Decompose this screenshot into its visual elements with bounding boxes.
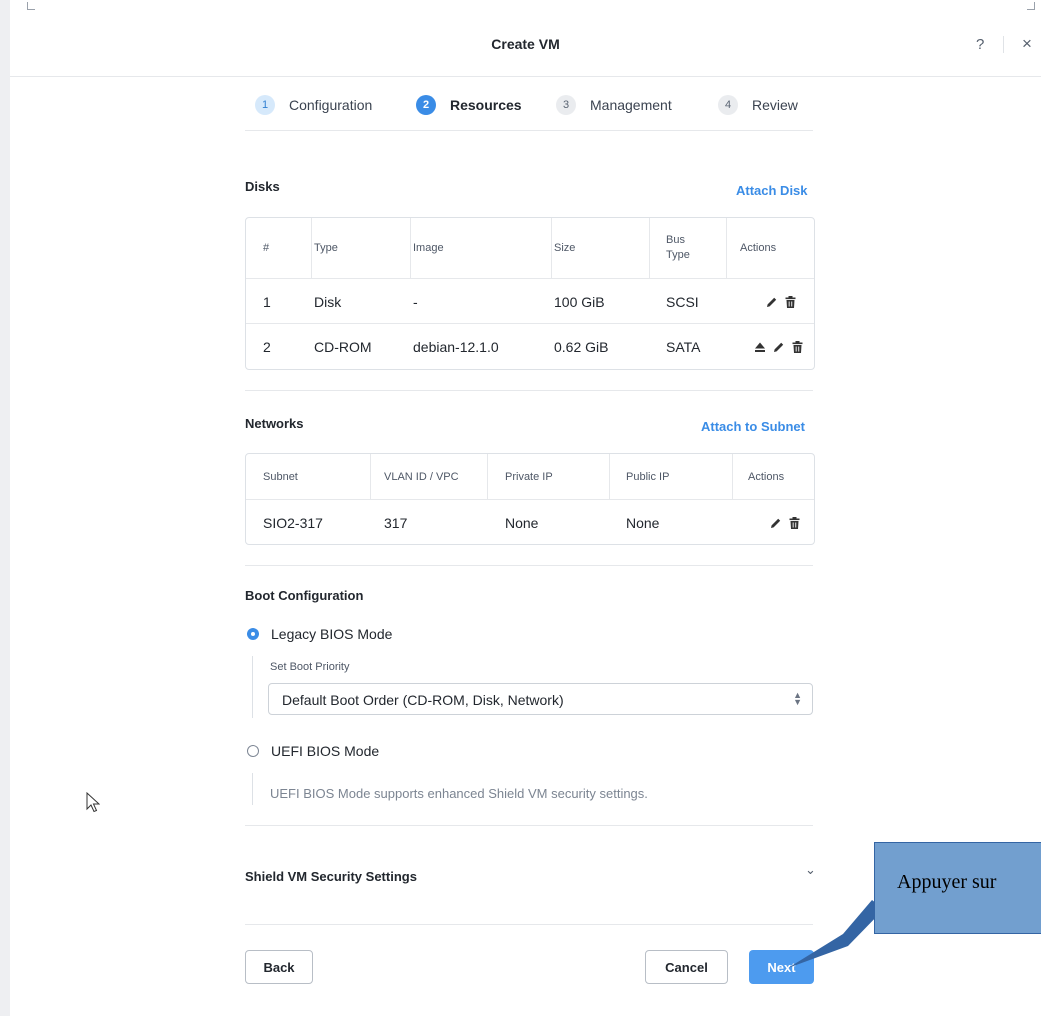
- column-header: #: [263, 242, 270, 254]
- wizard-steps: 1 Configuration 2 Resources 3 Management…: [245, 94, 813, 131]
- networks-table: Subnet VLAN ID / VPC Private IP Public I…: [245, 453, 815, 545]
- column-header: Public IP: [626, 470, 670, 483]
- boot-priority-select[interactable]: Default Boot Order (CD-ROM, Disk, Networ…: [268, 683, 813, 715]
- radio-unselected-icon: [247, 745, 259, 757]
- networks-section-title: Networks: [245, 416, 304, 431]
- private-ip: None: [505, 514, 539, 531]
- column-header: VLAN ID / VPC: [384, 470, 459, 483]
- disk-bus-type: SCSI: [666, 293, 699, 310]
- disk-number: 2: [263, 339, 271, 355]
- indent-bar: [252, 656, 253, 718]
- disk-size: 0.62 GiB: [554, 339, 609, 355]
- cancel-button[interactable]: Cancel: [645, 950, 728, 984]
- attach-to-subnet-link[interactable]: Attach to Subnet: [701, 419, 805, 434]
- row-actions: [726, 279, 814, 324]
- uefi-bios-label: UEFI BIOS Mode: [271, 743, 380, 759]
- section-divider: [245, 924, 813, 925]
- disk-bus-type: SATA: [666, 339, 701, 355]
- step-review[interactable]: 4 Review: [718, 95, 798, 115]
- networks-table-header: Subnet VLAN ID / VPC Private IP Public I…: [246, 454, 814, 499]
- edit-icon[interactable]: [766, 296, 778, 308]
- section-divider: [245, 390, 813, 391]
- row-actions: [726, 324, 814, 369]
- delete-icon[interactable]: [792, 341, 803, 353]
- annotation-callout: Appuyer sur: [874, 842, 1041, 934]
- chevron-down-icon[interactable]: ⌄: [805, 862, 816, 878]
- legacy-bios-label: Legacy BIOS Mode: [271, 626, 393, 642]
- boot-priority-label: Set Boot Priority: [270, 661, 350, 673]
- left-background-strip: [0, 0, 10, 1016]
- step-number: 3: [556, 95, 576, 115]
- callout-text: Appuyer sur: [897, 871, 997, 893]
- column-header: Private IP: [505, 470, 553, 483]
- delete-icon[interactable]: [789, 516, 800, 529]
- uefi-hint-text: UEFI BIOS Mode supports enhanced Shield …: [270, 786, 648, 801]
- select-caret-icon: ▲ ▼: [793, 690, 802, 707]
- column-header: Bus Type: [666, 234, 690, 261]
- step-label: Configuration: [289, 97, 373, 113]
- table-row: SIO2-317 317 None None: [246, 499, 814, 544]
- public-ip: None: [626, 514, 660, 531]
- column-header: Actions: [740, 242, 777, 254]
- table-row: 2 CD-ROM debian-12.1.0 0.62 GiB SATA: [246, 323, 814, 369]
- step-number: 4: [718, 95, 738, 115]
- disk-size: 100 GiB: [554, 293, 605, 310]
- column-header: Size: [554, 242, 576, 254]
- eject-icon[interactable]: [754, 341, 766, 353]
- column-header: Subnet: [263, 470, 298, 483]
- next-button[interactable]: Next: [749, 950, 814, 984]
- disk-image: -: [413, 293, 418, 310]
- step-configuration[interactable]: 1 Configuration: [255, 95, 372, 115]
- section-divider: [245, 825, 813, 826]
- header-separator: [1003, 36, 1004, 53]
- mouse-cursor-icon: [86, 792, 100, 813]
- boot-priority-value: Default Boot Order (CD-ROM, Disk, Networ…: [282, 692, 564, 708]
- step-label: Management: [590, 97, 672, 113]
- disk-image: debian-12.1.0: [413, 339, 499, 355]
- subnet-name: SIO2-317: [263, 514, 323, 531]
- section-divider: [245, 565, 813, 566]
- boot-configuration-title: Boot Configuration: [245, 588, 364, 603]
- radio-selected-icon: [247, 628, 259, 640]
- back-button[interactable]: Back: [245, 950, 313, 984]
- disk-number: 1: [263, 293, 271, 310]
- edit-icon[interactable]: [773, 341, 785, 353]
- step-label: Resources: [450, 97, 522, 113]
- column-header: Image: [413, 242, 444, 254]
- column-header: Actions: [748, 470, 785, 483]
- disks-section-title: Disks: [245, 179, 280, 194]
- disk-type: CD-ROM: [314, 339, 372, 355]
- uefi-bios-radio[interactable]: UEFI BIOS Mode: [247, 743, 379, 759]
- delete-icon[interactable]: [785, 295, 796, 308]
- row-actions: [732, 500, 814, 544]
- dialog-title: Create VM: [491, 36, 560, 52]
- indent-bar: [252, 773, 253, 805]
- attach-disk-link[interactable]: Attach Disk: [736, 183, 808, 198]
- help-icon[interactable]: ?: [976, 36, 984, 53]
- step-resources[interactable]: 2 Resources: [416, 95, 522, 115]
- vlan-id: 317: [384, 514, 408, 531]
- step-label: Review: [752, 97, 798, 113]
- step-number: 1: [255, 95, 275, 115]
- edit-icon[interactable]: [770, 517, 782, 529]
- disks-table: # Type Image Size Bus Type Actions 1 Dis…: [245, 217, 815, 370]
- disk-type: Disk: [314, 293, 342, 310]
- step-number: 2: [416, 95, 436, 115]
- step-management[interactable]: 3 Management: [556, 95, 672, 115]
- table-row: 1 Disk - 100 GiB SCSI: [246, 278, 814, 324]
- close-icon[interactable]: ×: [1022, 34, 1032, 54]
- legacy-bios-radio[interactable]: Legacy BIOS Mode: [247, 626, 392, 642]
- column-header: Type: [314, 242, 338, 254]
- disks-table-header: # Type Image Size Bus Type Actions: [246, 218, 814, 278]
- shield-vm-settings-toggle[interactable]: Shield VM Security Settings: [245, 869, 417, 884]
- dialog-header: Create VM ? ×: [10, 0, 1041, 77]
